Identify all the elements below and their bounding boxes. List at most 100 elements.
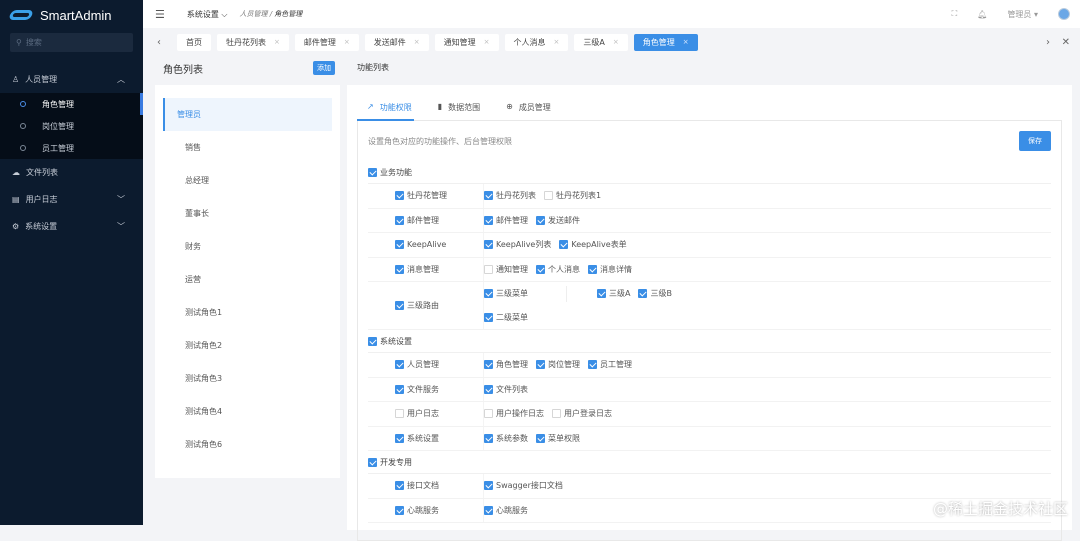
permission-checkbox[interactable]: 消息详情 (588, 264, 632, 275)
role-item[interactable]: 测试角色2 (163, 329, 332, 362)
checkbox[interactable] (395, 240, 404, 250)
tab-scroll-left-icon[interactable]: ‹ (153, 37, 165, 48)
checkbox[interactable] (638, 289, 648, 299)
permission-checkbox[interactable]: 三级A (597, 288, 630, 299)
checkbox[interactable] (484, 215, 493, 225)
permission-checkbox[interactable]: 文件列表 (484, 384, 528, 395)
close-icon[interactable]: × (484, 38, 490, 46)
checkbox[interactable] (368, 457, 377, 467)
permission-checkbox[interactable]: 岗位管理 (536, 359, 580, 370)
role-item[interactable]: 管理员 (163, 98, 332, 131)
checkbox[interactable] (484, 264, 493, 274)
close-icon[interactable]: × (344, 38, 350, 46)
permission-checkbox[interactable]: 文件服务 (395, 384, 483, 395)
sidebar-item-staff[interactable]: ♙ 人员管理 ︿ (0, 66, 143, 93)
checkbox[interactable] (368, 167, 377, 177)
checkbox[interactable] (484, 191, 493, 201)
checkbox[interactable] (484, 360, 493, 370)
sidebar-item-position[interactable]: 岗位管理 (0, 115, 143, 137)
logo[interactable]: SmartAdmin (0, 0, 143, 30)
role-item[interactable]: 测试角色4 (163, 395, 332, 428)
sidebar-item-logs[interactable]: ▤ 用户日志 ﹀ (0, 186, 143, 213)
tab-item[interactable]: 牡丹花列表 × (217, 33, 289, 51)
checkbox[interactable] (597, 289, 606, 299)
checkbox[interactable] (588, 264, 597, 274)
checkbox[interactable] (395, 384, 404, 394)
sidebar-item-settings[interactable]: ⚙ 系统设置 ﹀ (0, 213, 143, 240)
role-item[interactable]: 财务 (163, 230, 332, 263)
permission-checkbox[interactable]: 通知管理 (484, 264, 528, 275)
checkbox[interactable] (395, 409, 404, 419)
checkbox[interactable] (395, 191, 404, 201)
role-item[interactable]: 测试角色6 (163, 428, 332, 461)
role-item[interactable]: 测试角色1 (163, 296, 332, 329)
avatar[interactable] (1058, 8, 1070, 20)
permission-checkbox[interactable]: 用户登录日志 (552, 408, 612, 419)
permission-checkbox[interactable]: 牡丹花列表1 (544, 190, 601, 201)
checkbox[interactable] (536, 215, 545, 225)
permission-checkbox[interactable]: 三级菜单 (484, 288, 528, 299)
permission-checkbox[interactable]: 系统参数 (484, 433, 528, 444)
menu-search-input[interactable]: ⚲ 搜索 (10, 33, 133, 52)
tab-function-permission[interactable]: ↗ 功能权限 (367, 102, 412, 113)
close-all-tabs-icon[interactable]: ✕ (1058, 37, 1074, 48)
permission-checkbox[interactable]: 邮件管理 (395, 215, 483, 226)
role-item[interactable]: 总经理 (163, 164, 332, 197)
permission-checkbox[interactable]: 消息管理 (395, 264, 483, 275)
permission-checkbox[interactable]: 菜单权限 (536, 433, 580, 444)
checkbox[interactable] (395, 481, 404, 491)
checkbox[interactable] (484, 289, 493, 299)
bell-icon[interactable]: 🔔︎ (977, 10, 987, 19)
permission-checkbox[interactable]: 接口文档 (395, 480, 483, 491)
checkbox[interactable] (395, 433, 404, 443)
tab-item[interactable]: 角色管理 × (633, 33, 698, 51)
permission-checkbox[interactable]: 业务功能 (368, 167, 412, 178)
checkbox[interactable] (395, 264, 404, 274)
tab-item[interactable]: 首页 (177, 33, 211, 51)
checkbox[interactable] (552, 409, 561, 419)
checkbox[interactable] (484, 481, 493, 491)
role-item[interactable]: 董事长 (163, 197, 332, 230)
role-item[interactable]: 销售 (163, 131, 332, 164)
user-menu[interactable]: 管理员 ▾ (1007, 9, 1038, 20)
menu-fold-icon[interactable]: ☰ (155, 8, 165, 21)
permission-checkbox[interactable]: 心跳服务 (395, 505, 483, 516)
tab-members[interactable]: ⊕ 成员管理 (506, 102, 551, 113)
permission-checkbox[interactable]: 牡丹花列表 (484, 190, 536, 201)
checkbox[interactable] (484, 384, 493, 394)
sidebar-item-employee[interactable]: 员工管理 (0, 137, 143, 159)
tab-item[interactable]: 三级A × (574, 33, 628, 51)
permission-checkbox[interactable]: 开发专用 (368, 457, 412, 468)
checkbox[interactable] (588, 360, 597, 370)
checkbox[interactable] (536, 360, 545, 370)
checkbox[interactable] (484, 505, 493, 515)
add-role-button[interactable]: 添加 (313, 61, 335, 75)
checkbox[interactable] (395, 505, 404, 515)
permission-checkbox[interactable]: KeepAlive (395, 240, 483, 250)
permission-checkbox[interactable]: 个人消息 (536, 264, 580, 275)
checkbox[interactable] (536, 264, 545, 274)
permission-checkbox[interactable]: 三级路由 (395, 300, 483, 311)
tab-item[interactable]: 邮件管理 × (294, 33, 359, 51)
close-icon[interactable]: × (554, 38, 560, 46)
checkbox[interactable] (484, 240, 493, 250)
save-button[interactable]: 保存 (1019, 131, 1051, 151)
permission-checkbox[interactable]: 角色管理 (484, 359, 528, 370)
permission-checkbox[interactable]: 牡丹花管理 (395, 190, 483, 201)
checkbox[interactable] (544, 191, 553, 201)
fullscreen-icon[interactable]: ⛶ (952, 9, 958, 19)
tab-data-scope[interactable]: ▮ 数据范围 (438, 102, 480, 113)
checkbox[interactable] (484, 433, 493, 443)
checkbox[interactable] (395, 360, 404, 370)
permission-checkbox[interactable]: 发送邮件 (536, 215, 580, 226)
close-icon[interactable]: × (274, 38, 280, 46)
top-menu-dropdown[interactable]: 系统设置 ⌵ (187, 9, 228, 20)
checkbox[interactable] (395, 301, 404, 310)
checkbox[interactable] (536, 433, 545, 443)
permission-checkbox[interactable]: KeepAlive表单 (559, 239, 627, 250)
tab-item[interactable]: 发送邮件 × (364, 33, 429, 51)
close-icon[interactable]: × (414, 38, 420, 46)
tab-scroll-right-icon[interactable]: › (1042, 37, 1054, 48)
permission-checkbox[interactable]: Swagger接口文档 (484, 480, 563, 491)
permission-checkbox[interactable]: 三级B (638, 288, 672, 299)
